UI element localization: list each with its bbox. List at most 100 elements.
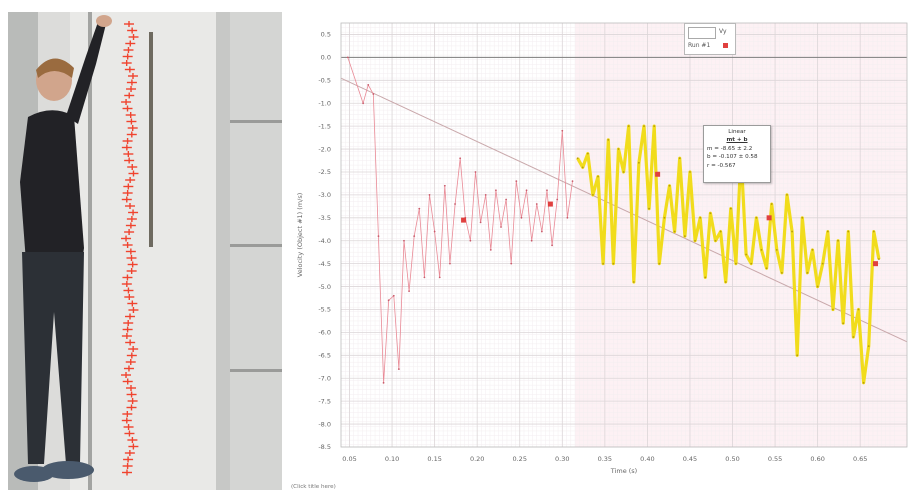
raw-data-point <box>551 244 553 247</box>
raw-data-point <box>540 230 543 233</box>
selected-data-point <box>678 157 681 160</box>
velocity-chart[interactable]: 0.05 0.10 0.15 0.20 0.25 0.30 0.35 0.40 0.45 0.50… <box>287 8 911 492</box>
series-marker <box>766 215 772 221</box>
raw-data-point <box>403 239 405 242</box>
selected-data-point <box>837 239 839 242</box>
y-tick-label: 0.0 <box>321 54 331 62</box>
series-marker <box>461 217 467 223</box>
raw-data-point <box>377 235 380 238</box>
selected-data-point <box>857 308 860 311</box>
raw-data-point <box>423 276 426 279</box>
selected-data-point <box>867 345 870 348</box>
raw-data-point <box>413 235 416 238</box>
selected-data-point <box>811 248 814 251</box>
raw-data-point <box>571 180 574 183</box>
selected-data-point <box>821 262 824 265</box>
selected-data-point <box>852 336 855 338</box>
raw-data-point <box>397 368 400 370</box>
raw-data-point <box>500 226 502 228</box>
selected-data-point <box>878 258 880 260</box>
x-tick-label: 0.55 <box>768 455 782 463</box>
selected-data-point <box>765 267 768 270</box>
legend-swatch[interactable] <box>688 27 716 39</box>
selected-data-point <box>617 148 620 150</box>
y-tick-label: -4.5 <box>318 260 331 268</box>
selected-data-point <box>724 281 727 283</box>
selected-data-point <box>826 230 829 233</box>
selected-data-point <box>796 354 799 357</box>
selected-data-point <box>775 248 778 251</box>
series-marker <box>547 201 553 207</box>
raw-data-point <box>346 56 349 59</box>
selected-data-point <box>832 308 834 311</box>
selected-data-point <box>637 161 640 164</box>
raw-data-point <box>530 239 533 242</box>
legend-run-label: Run #1 <box>688 42 711 49</box>
selected-data-point <box>648 207 651 210</box>
selected-data-point <box>592 193 594 196</box>
selected-data-point <box>607 138 610 141</box>
selected-data-point <box>576 157 579 160</box>
selected-data-point <box>658 262 661 265</box>
raw-data-point <box>428 193 431 196</box>
x-tick-label: 0.20 <box>470 455 484 463</box>
raw-data-point <box>382 381 385 384</box>
fit-intercept: b = -0.107 ± 0.58 <box>707 154 758 161</box>
y-tick-label: -5.0 <box>318 283 331 291</box>
y-tick-label: -2.0 <box>318 145 331 153</box>
selected-data-point <box>694 239 696 242</box>
raw-data-point <box>510 262 513 265</box>
x-axis-label: Time (s) <box>610 467 637 475</box>
x-tick-label: 0.50 <box>725 455 739 463</box>
y-tick-label: -2.5 <box>318 168 331 176</box>
bottom-caption[interactable]: (Click title here) <box>291 484 336 490</box>
series-marker <box>873 261 879 267</box>
x-tick-label: 0.05 <box>342 455 356 463</box>
selected-data-point <box>586 152 589 155</box>
curve-fit-box[interactable]: Linear mt + b m = -8.65 ± 2.2 b = -0.107… <box>703 125 771 183</box>
selected-data-point <box>755 216 758 219</box>
graph-panel[interactable]: 0.05 0.10 0.15 0.20 0.25 0.30 0.35 0.40 0.45 0.50… <box>287 8 911 492</box>
y-tick-label: -0.5 <box>318 76 331 84</box>
selected-data-point <box>842 322 845 325</box>
raw-data-point <box>556 198 559 201</box>
raw-data-point <box>561 129 564 132</box>
selected-data-point <box>653 125 656 128</box>
fit-slope: m = -8.65 ± 2.2 <box>707 145 753 152</box>
raw-data-point <box>525 189 528 192</box>
selected-data-point <box>735 262 737 265</box>
raw-data-point <box>546 189 548 192</box>
selected-data-point <box>643 125 645 128</box>
raw-data-point <box>443 184 446 187</box>
y-axis-label: Velocity (Object #1) (m/s) <box>296 193 304 278</box>
selected-data-point <box>745 253 748 256</box>
y-tick-label: -6.5 <box>318 352 331 360</box>
video-frame[interactable] <box>8 12 282 490</box>
x-tick-label: 0.65 <box>853 455 867 463</box>
selected-data-point <box>872 230 875 233</box>
raw-data-point <box>479 221 482 224</box>
x-tick-label: 0.10 <box>385 455 399 463</box>
legend[interactable]: Vy Run #1 <box>684 23 736 55</box>
y-tick-label: 0.5 <box>321 31 331 39</box>
selected-data-point <box>801 216 804 219</box>
video-scene <box>8 12 282 490</box>
y-tick-label: -8.5 <box>318 443 331 451</box>
raw-data-point <box>489 248 492 251</box>
selected-data-point <box>791 230 793 233</box>
selected-data-point <box>806 271 809 274</box>
series-marker <box>655 171 661 177</box>
fit-correlation: r = -0.567 <box>707 162 736 169</box>
selected-data-point <box>683 235 686 238</box>
selected-data-point <box>699 216 702 219</box>
selected-data-point <box>627 125 630 128</box>
selected-data-point <box>816 285 819 288</box>
selected-data-point <box>709 212 712 215</box>
x-tick-label: 0.15 <box>427 455 441 463</box>
selected-data-point <box>597 175 599 178</box>
raw-data-point <box>449 262 451 265</box>
x-tick-label: 0.45 <box>683 455 697 463</box>
raw-data-point <box>433 230 436 233</box>
raw-data-point <box>418 207 421 210</box>
raw-data-point <box>454 203 456 205</box>
